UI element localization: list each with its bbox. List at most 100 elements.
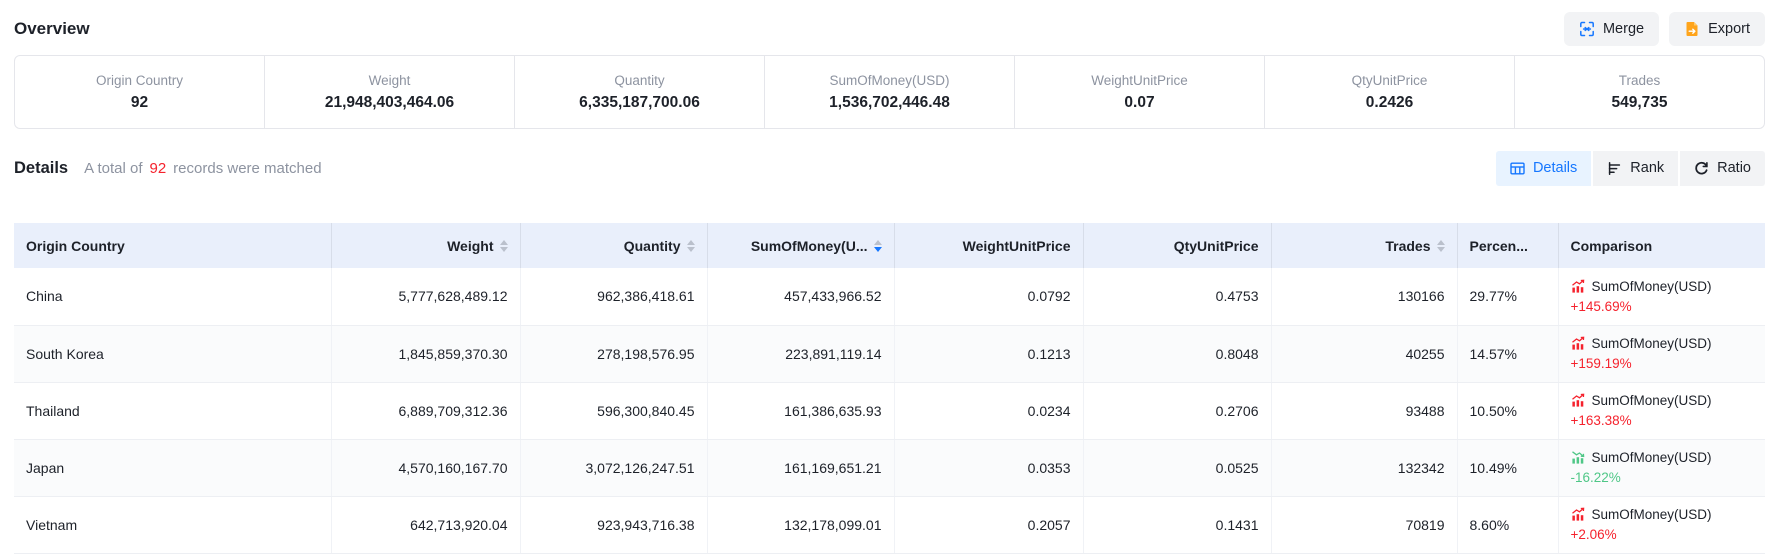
cell-weight: 4,570,160,167.70 (331, 439, 520, 496)
comparison-metric: SumOfMoney(USD) (1571, 336, 1754, 351)
column-header-qtyunitprice: QtyUnitPrice (1083, 223, 1271, 268)
cell-trades: 70819 (1271, 496, 1457, 553)
column-header-label: SumOfMoney(U... (751, 238, 868, 254)
top-actions: Merge Export (1564, 12, 1765, 46)
trend-up-icon (1571, 393, 1586, 408)
view-button-ratio[interactable]: Ratio (1680, 151, 1765, 186)
column-header-label: Comparison (1571, 238, 1653, 254)
cell-qty-unit-price: 0.1431 (1083, 496, 1271, 553)
stat-quantity: Quantity 6,335,187,700.06 (514, 56, 764, 128)
cell-percentage: 29.77% (1457, 268, 1558, 325)
export-button[interactable]: Export (1669, 12, 1765, 46)
comparison-metric: SumOfMoney(USD) (1571, 507, 1754, 522)
column-header-label: Weight (447, 238, 493, 254)
cell-comparison: SumOfMoney(USD)-16.22% (1558, 439, 1765, 496)
circular-arrow-icon (1694, 161, 1709, 176)
stat-value: 6,335,187,700.06 (579, 95, 700, 111)
cell-trades: 93488 (1271, 382, 1457, 439)
view-button-label: Details (1533, 160, 1577, 176)
column-header-label: Percen... (1470, 238, 1528, 254)
sort-carets (1437, 240, 1445, 252)
stat-value: 1,536,702,446.48 (829, 95, 950, 111)
stat-trades: Trades549,735 (1514, 56, 1764, 128)
column-header-inner: Quantity (533, 238, 695, 254)
table-row: Japan4,570,160,167.703,072,126,247.51161… (14, 439, 1765, 496)
stat-label: SumOfMoney(USD) (829, 74, 949, 88)
view-button-details[interactable]: Details (1496, 151, 1591, 186)
comparison-change-value: +2.06% (1571, 528, 1754, 542)
column-header-label: Origin Country (26, 238, 125, 254)
table-row: South Korea1,845,859,370.30278,198,576.9… (14, 325, 1765, 382)
column-header-weightunitprice: WeightUnitPrice (894, 223, 1083, 268)
view-button-label: Rank (1630, 160, 1664, 176)
cell-percentage: 10.49% (1457, 439, 1558, 496)
cell-trades: 130166 (1271, 268, 1457, 325)
sort-carets (500, 240, 508, 252)
comparison-metric: SumOfMoney(USD) (1571, 450, 1754, 465)
table-row: Thailand6,889,709,312.36596,300,840.4516… (14, 382, 1765, 439)
column-header-sumofmoney-u[interactable]: SumOfMoney(U... (707, 223, 894, 268)
cell-qty-unit-price: 0.0525 (1083, 439, 1271, 496)
record-count: 92 (149, 160, 166, 177)
column-header-inner: Comparison (1571, 238, 1754, 254)
column-header-inner: WeightUnitPrice (907, 238, 1071, 254)
sort-ascending-icon (1437, 240, 1445, 245)
details-table: Origin Country Weight Quantity SumOfMoney(U… (14, 223, 1765, 554)
stat-qtyunitprice: QtyUnitPrice0.2426 (1264, 56, 1514, 128)
merge-button[interactable]: Merge (1564, 12, 1659, 46)
cell-origin-country: Thailand (14, 382, 331, 439)
stat-value: 92 (131, 95, 148, 111)
column-header-label: Trades (1385, 238, 1430, 254)
comparison-metric-label: SumOfMoney(USD) (1592, 394, 1712, 408)
sort-carets (687, 240, 695, 252)
cell-weight: 642,713,920.04 (331, 496, 520, 553)
cell-origin-country: Vietnam (14, 496, 331, 553)
stat-label: Origin Country (96, 74, 183, 88)
cell-quantity: 923,943,716.38 (520, 496, 707, 553)
view-button-rank[interactable]: Rank (1593, 151, 1678, 186)
table-header-row: Origin Country Weight Quantity SumOfMoney(U… (14, 223, 1765, 268)
sort-descending-icon (687, 247, 695, 252)
cell-trades: 132342 (1271, 439, 1457, 496)
cell-weight: 1,845,859,370.30 (331, 325, 520, 382)
cell-sum-of-money: 223,891,119.14 (707, 325, 894, 382)
trend-up-icon (1571, 507, 1586, 522)
column-header-label: WeightUnitPrice (963, 238, 1071, 254)
cell-qty-unit-price: 0.2706 (1083, 382, 1271, 439)
column-header-origin-country: Origin Country (14, 223, 331, 268)
page-title: Overview (14, 19, 90, 39)
trend-up-icon (1571, 279, 1586, 294)
column-header-inner: Percen... (1470, 238, 1546, 254)
table-row: Vietnam642,713,920.04923,943,716.38132,1… (14, 496, 1765, 553)
column-header-weight[interactable]: Weight (331, 223, 520, 268)
sort-descending-icon (1437, 247, 1445, 252)
sort-descending-icon (874, 247, 882, 252)
column-header-inner: QtyUnitPrice (1096, 238, 1259, 254)
view-switcher: Details Rank Ratio (1496, 151, 1765, 186)
cell-quantity: 962,386,418.61 (520, 268, 707, 325)
column-header-inner: Origin Country (26, 238, 319, 254)
cell-comparison: SumOfMoney(USD)+163.38% (1558, 382, 1765, 439)
cell-quantity: 596,300,840.45 (520, 382, 707, 439)
export-document-icon (1684, 21, 1700, 37)
comparison-change-value: +159.19% (1571, 357, 1754, 371)
cell-comparison: SumOfMoney(USD) +159.19% (1558, 325, 1765, 382)
cell-percentage: 8.60% (1457, 496, 1558, 553)
column-header-quantity[interactable]: Quantity (520, 223, 707, 268)
cell-weight-unit-price: 0.1213 (894, 325, 1083, 382)
details-bar: Details A total of 92 records were match… (14, 150, 1765, 186)
cell-sum-of-money: 457,433,966.52 (707, 268, 894, 325)
view-button-label: Ratio (1717, 160, 1751, 176)
summary-suffix: records were matched (173, 160, 321, 177)
stat-sumofmoney-usd: SumOfMoney(USD) 1,536,702,446.48 (764, 56, 1014, 128)
sort-ascending-icon (687, 240, 695, 245)
merge-icon (1579, 21, 1595, 37)
cell-origin-country: China (14, 268, 331, 325)
merge-button-label: Merge (1603, 21, 1644, 37)
column-header-trades[interactable]: Trades (1271, 223, 1457, 268)
stat-label: Quantity (614, 74, 664, 88)
cell-sum-of-money: 161,386,635.93 (707, 382, 894, 439)
cell-sum-of-money: 132,178,099.01 (707, 496, 894, 553)
comparison-metric: SumOfMoney(USD) (1571, 393, 1754, 408)
cell-qty-unit-price: 0.8048 (1083, 325, 1271, 382)
